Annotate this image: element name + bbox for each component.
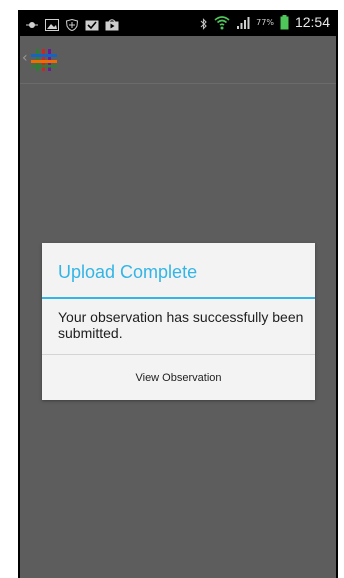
view-observation-button[interactable]: View Observation [42, 355, 315, 400]
status-bar-time: 12:54 [294, 14, 330, 30]
signal-icon [236, 15, 250, 29]
battery-percent: 77% [256, 17, 274, 27]
notification-dot-icon [25, 16, 39, 28]
app-screen: ‹ Upload Complete Your observation has s… [20, 36, 336, 578]
dialog-message: Your observation has successfully been s… [58, 309, 304, 341]
action-bar: ‹ [20, 36, 336, 84]
check-box-icon [85, 16, 99, 31]
upload-complete-dialog: Upload Complete Your observation has suc… [42, 243, 315, 400]
app-logo-icon[interactable] [30, 48, 58, 72]
status-bar: 77% 12:54 [20, 10, 336, 36]
status-bar-notifications [25, 16, 119, 32]
play-store-icon [105, 16, 119, 31]
image-icon [45, 16, 59, 31]
shield-icon [65, 16, 79, 32]
up-navigation-icon[interactable]: ‹ [22, 50, 28, 66]
wifi-icon [214, 15, 230, 30]
phone-frame: 77% 12:54 ‹ Upload Complete Your observa… [18, 10, 338, 578]
battery-icon [280, 14, 289, 30]
bluetooth-icon [200, 16, 208, 30]
dialog-title: Upload Complete [58, 262, 198, 282]
dialog-title-divider [42, 297, 315, 299]
status-bar-system: 77% 12:54 [200, 14, 330, 30]
